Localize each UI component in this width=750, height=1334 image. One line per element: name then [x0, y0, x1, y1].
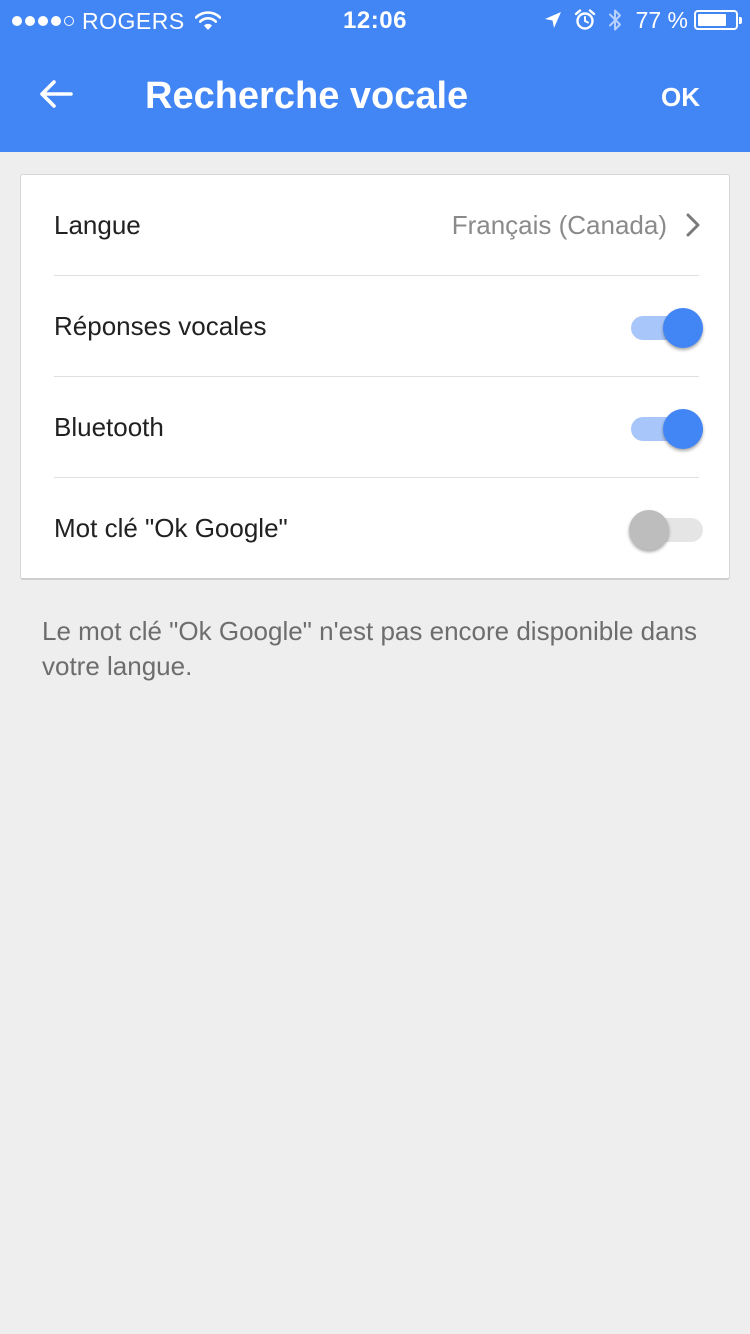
location-arrow-icon	[544, 11, 562, 29]
settings-card: Langue Français (Canada) Réponses vocale…	[20, 174, 730, 580]
arrow-back-icon	[38, 79, 74, 114]
back-button[interactable]	[20, 60, 92, 132]
battery-percentage: 77 %	[635, 6, 688, 33]
alarm-icon	[574, 9, 596, 31]
status-bar-right: 77 %	[532, 6, 742, 33]
chevron-right-icon	[685, 213, 701, 237]
setting-label-ok-google: Mot clé "Ok Google"	[54, 513, 288, 543]
toggle-knob	[629, 510, 669, 550]
battery-icon	[694, 10, 742, 30]
setting-row-langue[interactable]: Langue Français (Canada)	[21, 175, 729, 276]
battery-tip	[739, 17, 742, 24]
bluetooth-toggle[interactable]	[629, 409, 703, 449]
setting-value-langue: Français (Canada)	[451, 210, 667, 240]
toggle-knob	[663, 308, 703, 348]
setting-row-ok-google[interactable]: Mot clé "Ok Google"	[21, 478, 729, 579]
setting-label-reponses-vocales: Réponses vocales	[54, 311, 267, 341]
ok-button[interactable]: OK	[661, 82, 700, 112]
ok-google-unavailable-note: Le mot clé "Ok Google" n'est pas encore …	[42, 616, 698, 681]
setting-label-bluetooth: Bluetooth	[54, 412, 164, 442]
setting-row-bluetooth[interactable]: Bluetooth	[21, 377, 729, 478]
bluetooth-icon	[608, 8, 622, 32]
page-title: Recherche vocale	[145, 75, 469, 117]
setting-label-langue: Langue	[54, 210, 141, 240]
setting-row-reponses-vocales[interactable]: Réponses vocales	[21, 276, 729, 377]
ok-google-toggle[interactable]	[629, 510, 703, 550]
toggle-knob	[663, 409, 703, 449]
reponses-vocales-toggle[interactable]	[629, 308, 703, 348]
app-bar: Recherche vocale OK	[0, 40, 750, 152]
status-bar: ROGERS 12:06 77 %	[0, 0, 750, 40]
battery-fill	[698, 14, 726, 26]
